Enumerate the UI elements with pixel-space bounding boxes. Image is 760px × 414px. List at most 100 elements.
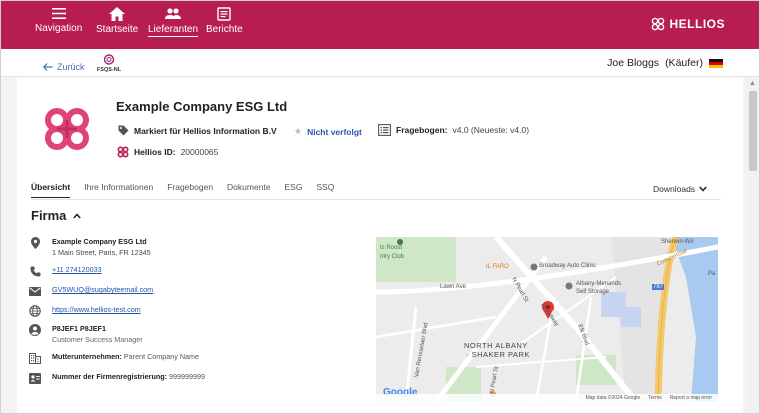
registration-value: 999999999: [169, 372, 206, 381]
company-name-heading: Example Company ESG Ltd: [116, 99, 288, 114]
map-label-pa: Pa: [708, 271, 716, 277]
map-label-shaker-park: · SHAKER PARK: [466, 350, 530, 359]
email-row: GV5WUQ@sugabyteemail.com: [29, 285, 153, 297]
hellios-id-label: Hellios ID:: [134, 147, 176, 157]
nav-navigation[interactable]: Navigation: [35, 7, 82, 47]
map-label-roost: ts Roost: [380, 245, 403, 251]
location-pin-icon: [29, 237, 41, 249]
contact-row: P8JEF1 P8JEF1 Customer Success Manager: [29, 324, 143, 344]
user-name: Joe Bloggs: [607, 57, 660, 69]
top-navigation-bar: Navigation Startseite Lieferanten Berich…: [1, 1, 759, 49]
contact-name-value: P8JEF1 P8JEF1: [52, 324, 106, 333]
map-label-lawn: Lawn Ave: [440, 284, 466, 290]
phone-link[interactable]: +11 274120033: [52, 265, 102, 274]
brand-name: HELLIOS: [669, 17, 725, 31]
chevron-down-icon: [699, 186, 707, 192]
user-info[interactable]: Joe Bloggs (Käufer): [607, 57, 723, 69]
chevron-up-icon: [73, 212, 82, 219]
tab-uebersicht[interactable]: Übersicht: [31, 182, 71, 198]
building-icon: [29, 352, 41, 364]
section-firma-header[interactable]: Firma: [31, 208, 82, 223]
tab-dokumente[interactable]: Dokumente: [227, 182, 270, 198]
map-label-albany: Albany-Menands: [576, 281, 622, 287]
map-label-selfstorage: Self Storage: [576, 289, 610, 295]
follow-label: Nicht verfolgt: [307, 126, 362, 137]
map-label-sherwin: Sherwin-Wil: [661, 239, 694, 245]
email-link[interactable]: GV5WUQ@sugabyteemail.com: [52, 285, 153, 294]
globe-icon: [29, 305, 41, 317]
contact-role-value: Customer Success Manager: [52, 335, 143, 344]
home-icon: [109, 7, 126, 21]
map-data-credit: Map data ©2024 Google: [585, 395, 641, 401]
nav-berichte-label: Berichte: [206, 24, 243, 35]
map-label-broadway-clinic: Broadway Auto Clinic: [539, 263, 596, 269]
map-terms-link[interactable]: Terms: [648, 395, 662, 401]
address-value: 1 Main Street, Paris, FR 12345: [52, 248, 151, 257]
account-circle-icon: [29, 324, 41, 336]
phone-row: +11 274120033: [29, 265, 102, 277]
map-label-north-albany: NORTH ALBANY: [464, 341, 528, 350]
website-link[interactable]: https://www.hellios-test.com: [52, 305, 141, 314]
back-link[interactable]: Zurück: [43, 62, 85, 72]
questionnaire-info: Fragebogen: v4.0 (Neueste: v4.0): [378, 124, 529, 136]
section-title: Firma: [31, 208, 67, 223]
registration-card-icon: [29, 372, 41, 384]
nav-navigation-label: Navigation: [35, 23, 83, 34]
fsqs-badge: FSQS-NL: [96, 54, 122, 74]
location-map[interactable]: ts Roost ntry Club Sherwin-Wil Commercia…: [376, 237, 718, 402]
people-icon: [165, 8, 182, 19]
phone-icon: [29, 265, 41, 277]
parent-company-value: Parent Company Name: [123, 352, 199, 361]
menu-icon: [51, 8, 66, 19]
map-report-link[interactable]: Report a map error: [670, 395, 712, 401]
hellios-id-icon: [117, 146, 129, 158]
website-row: https://www.hellios-test.com: [29, 305, 141, 317]
user-role: (Käufer): [665, 57, 703, 69]
tab-ssq[interactable]: SSQ: [316, 182, 334, 198]
scrollbar-thumb[interactable]: [749, 91, 757, 171]
nav-startseite-label: Startseite: [96, 24, 139, 35]
downloads-dropdown[interactable]: Downloads: [653, 184, 707, 194]
hellios-id-value: 20000065: [180, 147, 219, 157]
map-label-route: 787: [652, 284, 665, 290]
marked-for-info: Markiert für Hellios Information B.V: [118, 125, 277, 136]
parent-company-row: Mutterunternehmen: Parent Company Name: [29, 352, 199, 364]
list-icon: [378, 124, 391, 136]
back-label: Zurück: [57, 62, 85, 72]
company-logo: [34, 98, 100, 160]
brand-logo: HELLIOS: [651, 17, 725, 31]
map-label-ilfaro: IL FARO: [486, 264, 509, 270]
registration-row: Nummer der Firmenregistrierung: 99999999…: [29, 372, 205, 384]
marked-label: Markiert für Hellios Information B.V: [134, 125, 277, 136]
registration-label: Nummer der Firmenregistrierung:: [52, 372, 168, 381]
arrow-left-icon: [43, 63, 53, 71]
scroll-up-arrow-icon[interactable]: ▲: [749, 80, 756, 87]
star-icon: ★: [294, 126, 303, 136]
parent-company-label: Mutterunternehmen:: [52, 352, 122, 361]
questionnaire-value: v4.0 (Neueste: v4.0): [452, 125, 530, 135]
hellios-logo-icon: [652, 17, 665, 31]
fsqs-logo-icon: [103, 54, 115, 65]
tab-ihre-informationen[interactable]: Ihre Informationen: [84, 182, 153, 198]
report-icon: [217, 7, 232, 21]
nav-lieferanten[interactable]: Lieferanten: [148, 7, 199, 47]
tab-esg[interactable]: ESG: [285, 182, 303, 198]
fsqs-badge-label: FSQS-NL: [96, 67, 122, 73]
tab-fragebogen[interactable]: Fragebogen: [167, 182, 213, 198]
map-label-club: ntry Club: [380, 254, 405, 260]
app-window: Navigation Startseite Lieferanten Berich…: [0, 0, 760, 414]
tab-bar: Übersicht Ihre Informationen Fragebogen …: [31, 182, 334, 198]
questionnaire-label: Fragebogen:: [396, 125, 448, 135]
hellios-id-info: Hellios ID: 20000065: [117, 146, 218, 158]
mail-icon: [29, 285, 41, 297]
nav-berichte[interactable]: Berichte: [206, 7, 243, 47]
company-name-value: Example Company ESG Ltd: [52, 237, 147, 246]
downloads-label: Downloads: [653, 184, 696, 194]
nav-lieferanten-label: Lieferanten: [148, 24, 199, 37]
follow-toggle[interactable]: ★ Nicht verfolgt: [294, 126, 362, 137]
tag-icon: [118, 125, 129, 136]
german-flag-icon[interactable]: [709, 58, 723, 68]
nav-startseite[interactable]: Startseite: [96, 7, 138, 47]
tab-divider: [31, 199, 721, 200]
map-footer: Map data ©2024 Google Terms Report a map…: [376, 394, 718, 402]
